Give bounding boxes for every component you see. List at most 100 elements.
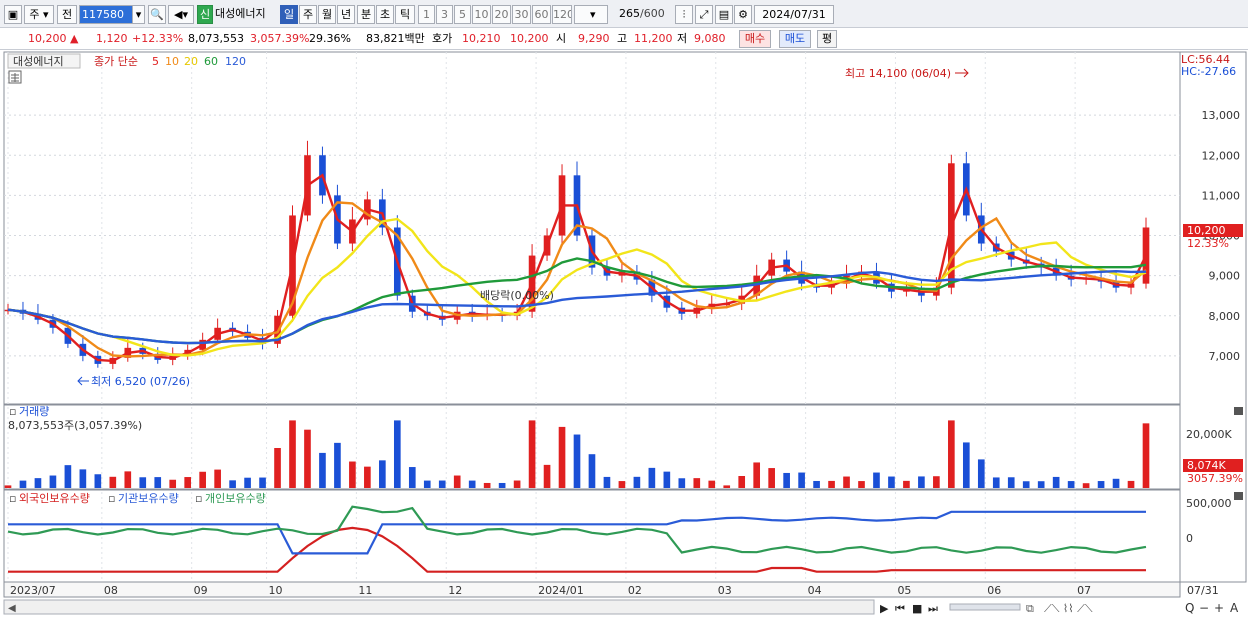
- bar-count[interactable]: 265: [612, 5, 640, 24]
- volume: 8,073,553: [188, 32, 244, 45]
- interval-120[interactable]: 120: [552, 5, 572, 24]
- volume-bar: [948, 420, 955, 488]
- volume-bar: [648, 467, 656, 488]
- zoom-slider[interactable]: [949, 603, 1021, 611]
- trade-amount: 83,821백만: [366, 32, 425, 45]
- stock-chart[interactable]: 대성에너지 종가 단순 5 10 20 60 120 최고 14,100 (06…: [0, 51, 1248, 621]
- volume-bar: [259, 477, 266, 488]
- volume-bar: [94, 474, 102, 488]
- x-axis-label: 12: [448, 584, 462, 597]
- volume-bar: [933, 476, 940, 488]
- interval-1[interactable]: 1: [418, 5, 435, 24]
- volume-bar: [49, 475, 57, 488]
- price-tick-label: 8,000: [1209, 310, 1241, 323]
- volume-title: 거래량: [19, 405, 49, 418]
- x-axis-label: 2023/07: [10, 584, 56, 597]
- layout-icon[interactable]: ⧉: [1026, 602, 1034, 615]
- gear-icon[interactable]: ⚙: [734, 5, 752, 24]
- zoom-out-icon[interactable]: Q: [1185, 601, 1194, 615]
- volume-bar: [1097, 481, 1105, 488]
- volume-panel-close-icon[interactable]: [1234, 407, 1243, 415]
- holdings-panel-close-icon[interactable]: [1234, 492, 1243, 500]
- x-axis-label: 2024/01: [538, 584, 584, 597]
- interval-10[interactable]: 10: [472, 5, 491, 24]
- search-icon[interactable]: 🔍: [148, 5, 166, 24]
- volume-bar: [558, 426, 566, 488]
- tab-weekly[interactable]: 주: [299, 5, 317, 24]
- x-axis: [3, 581, 1181, 598]
- volume-bar: [603, 476, 611, 488]
- holdings-marker-1: ▫: [9, 492, 16, 505]
- holdings-marker-3: ▫: [195, 492, 202, 505]
- volume-bar: [139, 477, 147, 488]
- chart-type-icon[interactable]: ⫶: [675, 5, 693, 24]
- x-axis-label: 06: [987, 584, 1001, 597]
- volume-bar: [169, 479, 177, 488]
- volume-bar: [798, 472, 805, 488]
- volume-panel-marker: ▫: [9, 405, 16, 418]
- draw-tools-icon[interactable]: ⟋⟍ ⌇⌇ ⟋⟍: [1044, 602, 1093, 615]
- first-page-icon[interactable]: ⏮: [895, 602, 905, 615]
- holdings-panel: [3, 489, 1181, 583]
- save-icon[interactable]: ▤: [715, 5, 733, 24]
- price-tick-label: 13,000: [1202, 109, 1241, 122]
- minus-icon[interactable]: −: [1199, 601, 1209, 615]
- high-price: 11,200: [634, 32, 673, 45]
- buy-button[interactable]: 매수: [739, 30, 771, 48]
- volume-bar: [124, 471, 132, 488]
- volume-bar: [723, 485, 731, 488]
- current-pct-axis-label: 12.33%: [1187, 237, 1229, 250]
- volume-bar: [229, 480, 236, 488]
- interval-30[interactable]: 30: [512, 5, 531, 24]
- volume-bar: [1037, 481, 1045, 488]
- sound-icon[interactable]: ◀▾: [168, 5, 194, 24]
- legend-ma10: 10: [165, 55, 179, 68]
- high-label: 고: [617, 32, 628, 45]
- plus-icon[interactable]: +: [1214, 601, 1224, 615]
- scroll-left-icon[interactable]: ◀: [8, 603, 16, 614]
- interval-60[interactable]: 60: [532, 5, 551, 24]
- tab-second[interactable]: 초: [376, 5, 394, 24]
- window-menu-icon[interactable]: ▣: [4, 5, 22, 24]
- tab-tick[interactable]: 틱: [395, 5, 415, 24]
- period-type-label: 주: [29, 8, 40, 21]
- volume-bar: [783, 472, 790, 488]
- code-dropdown-icon[interactable]: ▾: [132, 5, 145, 24]
- volume-bar: [828, 480, 835, 488]
- open-label: 시: [556, 32, 567, 45]
- interval-5[interactable]: 5: [454, 5, 471, 24]
- tab-minute[interactable]: 분: [357, 5, 375, 24]
- volume-axis-tick: 20,000K: [1186, 428, 1232, 441]
- volume-bar: [408, 467, 416, 488]
- interval-custom-select[interactable]: ▾: [574, 5, 608, 24]
- volume-bar: [274, 448, 281, 488]
- average-button[interactable]: 평: [817, 30, 837, 48]
- x-axis-label: 05: [897, 584, 911, 597]
- volume-bar: [304, 429, 311, 488]
- prev-button[interactable]: 전: [57, 5, 77, 24]
- stop-icon[interactable]: ■: [912, 602, 922, 615]
- volume-bar: [423, 480, 431, 488]
- holdings-axis-tick-0: 0: [1186, 532, 1193, 545]
- volume-bar: [708, 480, 716, 488]
- sell-button[interactable]: 매도: [779, 30, 811, 48]
- date-picker[interactable]: 2024/07/31: [754, 5, 834, 24]
- scroll-right-icon[interactable]: ▶: [880, 602, 889, 615]
- font-size-icon[interactable]: A: [1230, 601, 1239, 615]
- period-type-select[interactable]: 주 ▾: [24, 5, 54, 24]
- x-axis-label: 03: [718, 584, 732, 597]
- tab-yearly[interactable]: 년: [337, 5, 355, 24]
- new-badge[interactable]: 신: [197, 5, 213, 24]
- volume-bar: [992, 477, 1000, 488]
- volume-bar: [768, 468, 775, 488]
- volume-bar: [1082, 483, 1090, 488]
- scale-icon[interactable]: ⤢: [695, 5, 713, 24]
- last-page-icon[interactable]: ⏭: [928, 602, 938, 615]
- tab-monthly[interactable]: 월: [318, 5, 336, 24]
- horizontal-scrollbar[interactable]: [3, 599, 875, 615]
- volume-bar: [64, 465, 72, 488]
- interval-3[interactable]: 3: [436, 5, 453, 24]
- interval-20[interactable]: 20: [492, 5, 511, 24]
- volume-bar: [349, 461, 356, 488]
- tab-daily[interactable]: 일: [280, 5, 298, 24]
